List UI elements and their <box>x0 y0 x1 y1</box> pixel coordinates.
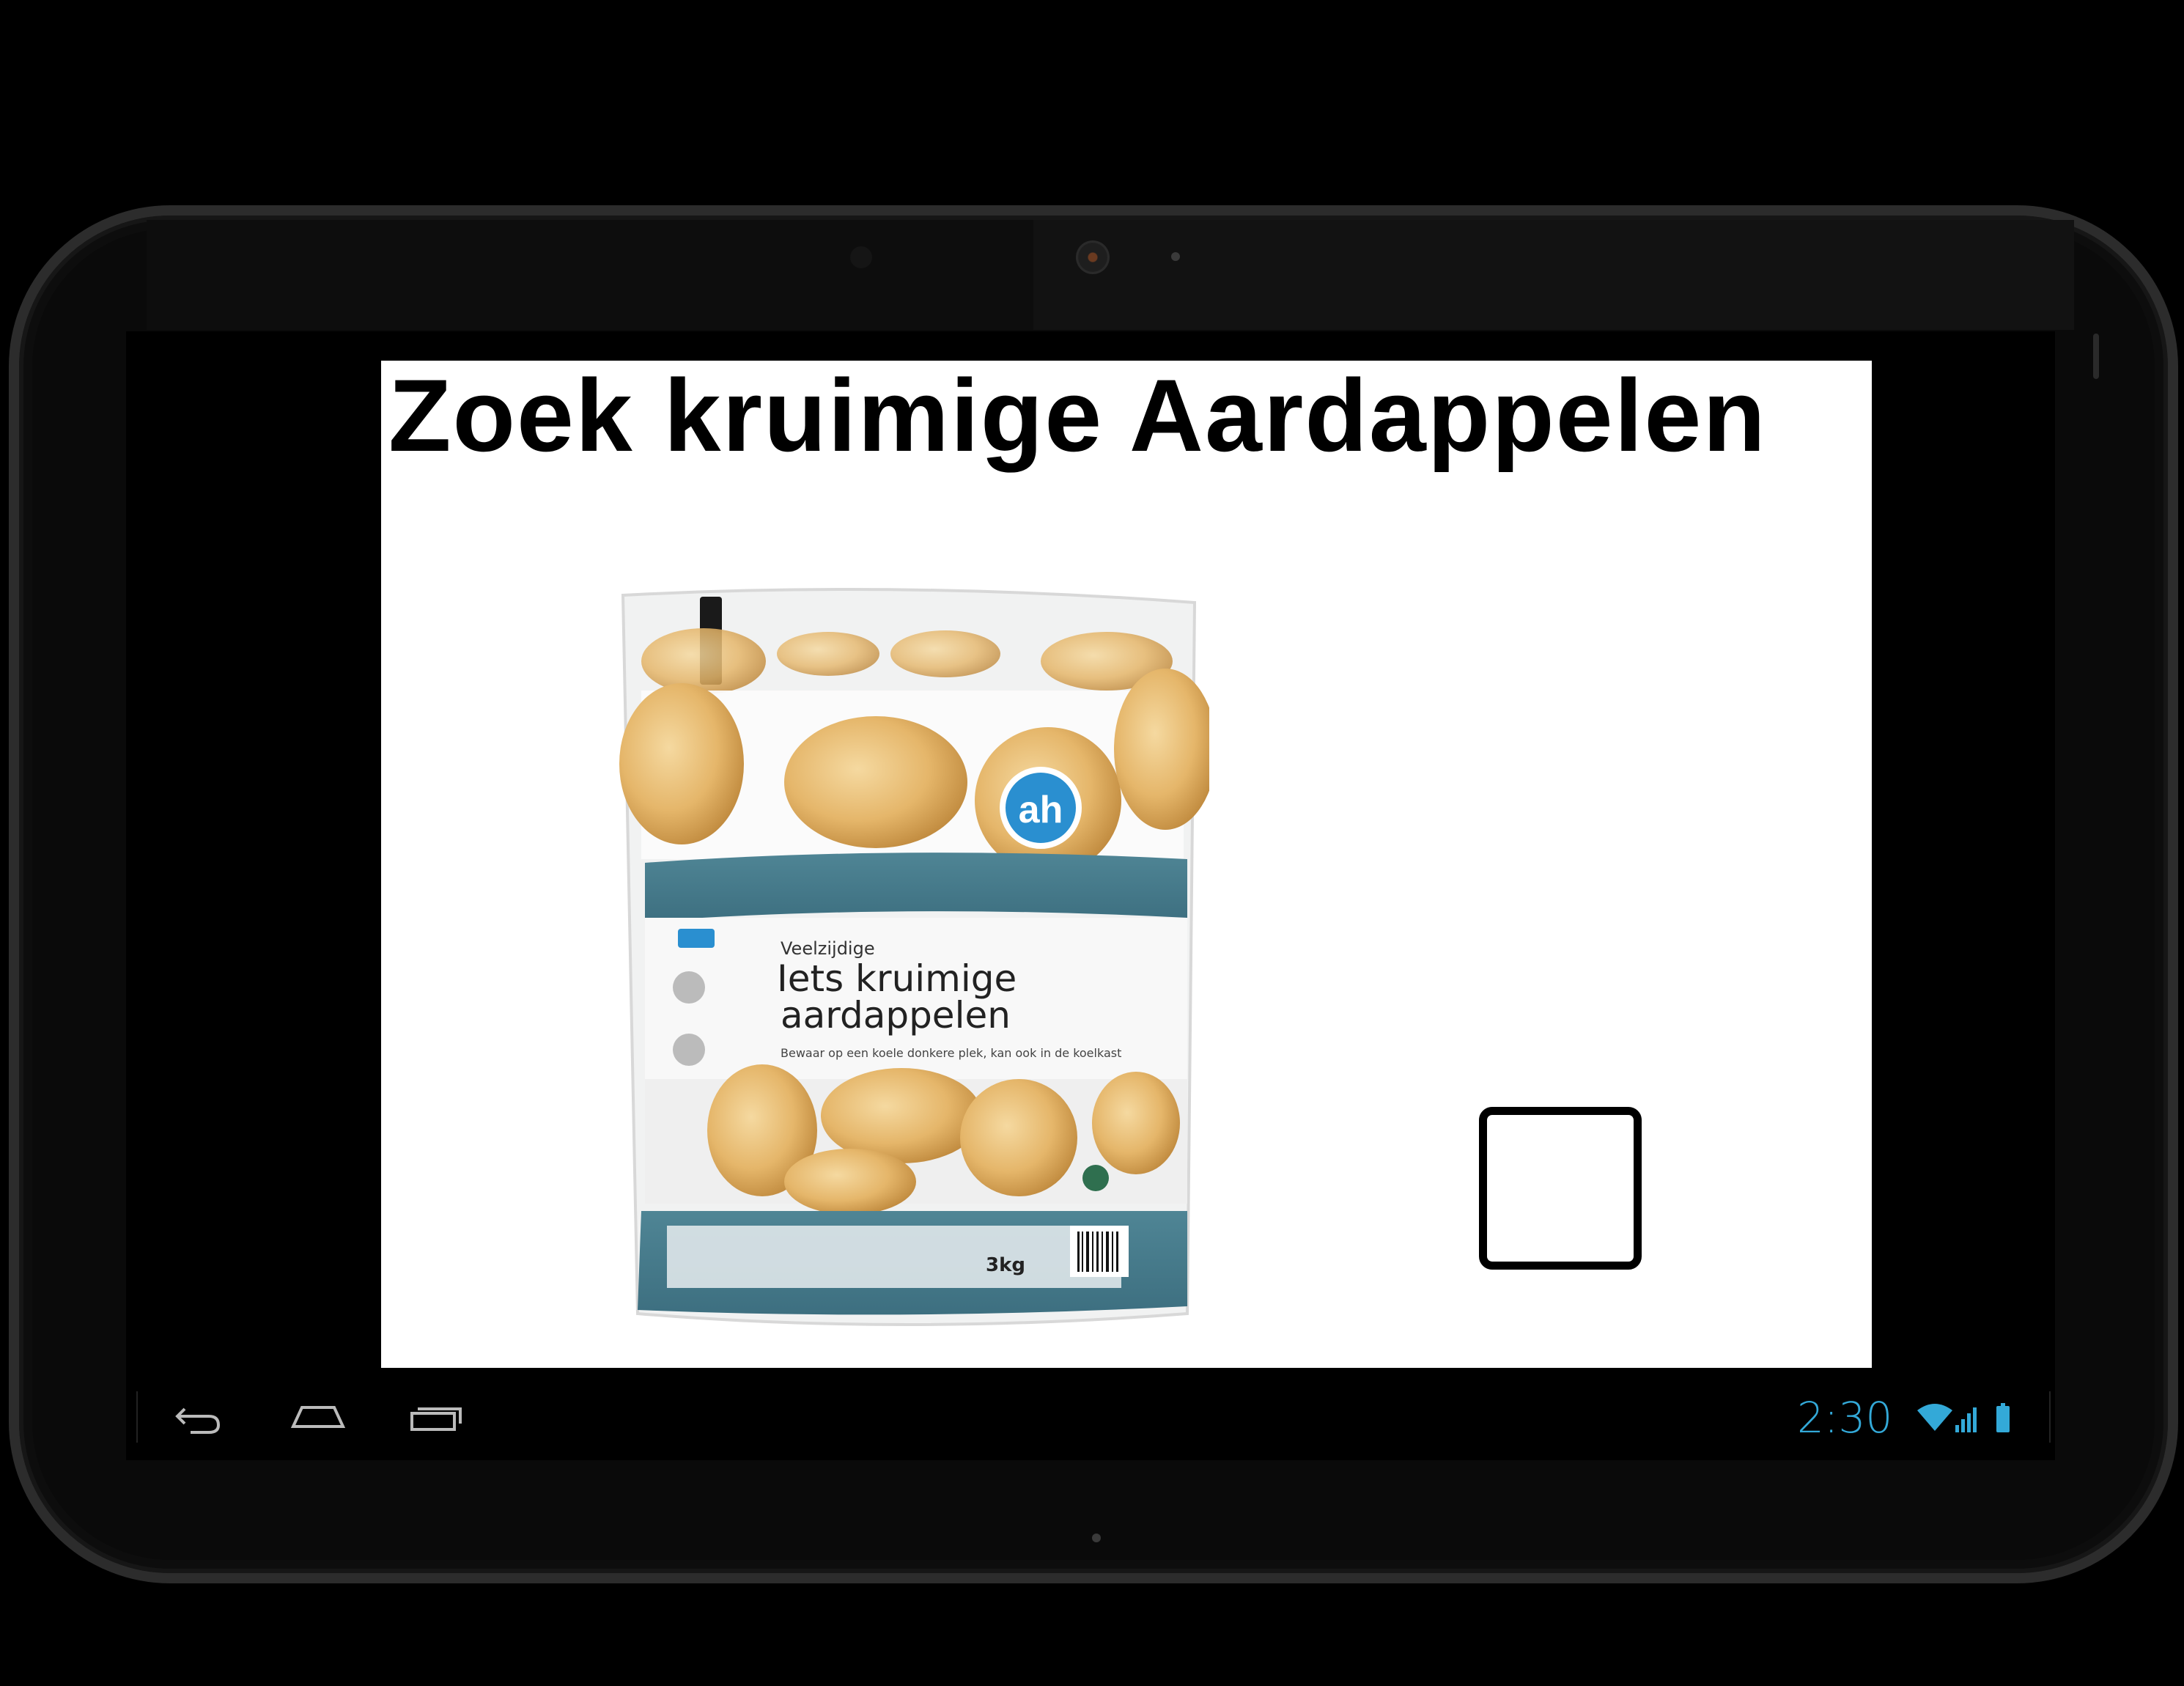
wifi-icon <box>1917 1404 1952 1431</box>
volume-button[interactable] <box>2093 334 2099 379</box>
recent-apps-icon[interactable] <box>407 1396 466 1440</box>
page-title: Zoek kruimige Aardappelen <box>388 358 1767 473</box>
tablet-screen: Zoek kruimige Aardappelen ah Veelzijdige… <box>126 331 2055 1460</box>
status-clock: 2:30 <box>1797 1393 1893 1443</box>
home-icon[interactable] <box>289 1396 347 1440</box>
app-content: Zoek kruimige Aardappelen ah Veelzijdige… <box>381 361 1872 1368</box>
answer-checkbox[interactable] <box>1479 1107 1642 1270</box>
front-camera-icon <box>1076 240 1110 274</box>
bezel-shade-left <box>147 220 1033 330</box>
back-icon[interactable] <box>169 1396 227 1440</box>
notification-led <box>1092 1534 1101 1542</box>
label-small-text: Veelzijdige <box>781 938 875 959</box>
nav-divider-left <box>136 1391 138 1443</box>
ah-logo-text: ah <box>1019 789 1063 831</box>
potato-bag-image[interactable]: ah Veelzijdige Iets kruimige aardappelen… <box>608 581 1209 1336</box>
storage-note-text: Bewaar op een koele donkere plek, kan oo… <box>781 1046 1121 1060</box>
nav-divider-right <box>2049 1391 2051 1443</box>
bezel-shade <box>1033 220 2074 330</box>
system-navigation-bar: 2:30 <box>126 1374 2055 1460</box>
signal-icon <box>1955 1407 1977 1432</box>
weight-text: 3kg <box>986 1254 1025 1276</box>
proximity-sensor <box>1171 252 1180 261</box>
status-icons <box>1917 1403 2010 1432</box>
light-sensor <box>850 246 872 268</box>
label-line2-text: aardappelen <box>781 994 1011 1037</box>
battery-icon <box>1996 1403 2010 1432</box>
